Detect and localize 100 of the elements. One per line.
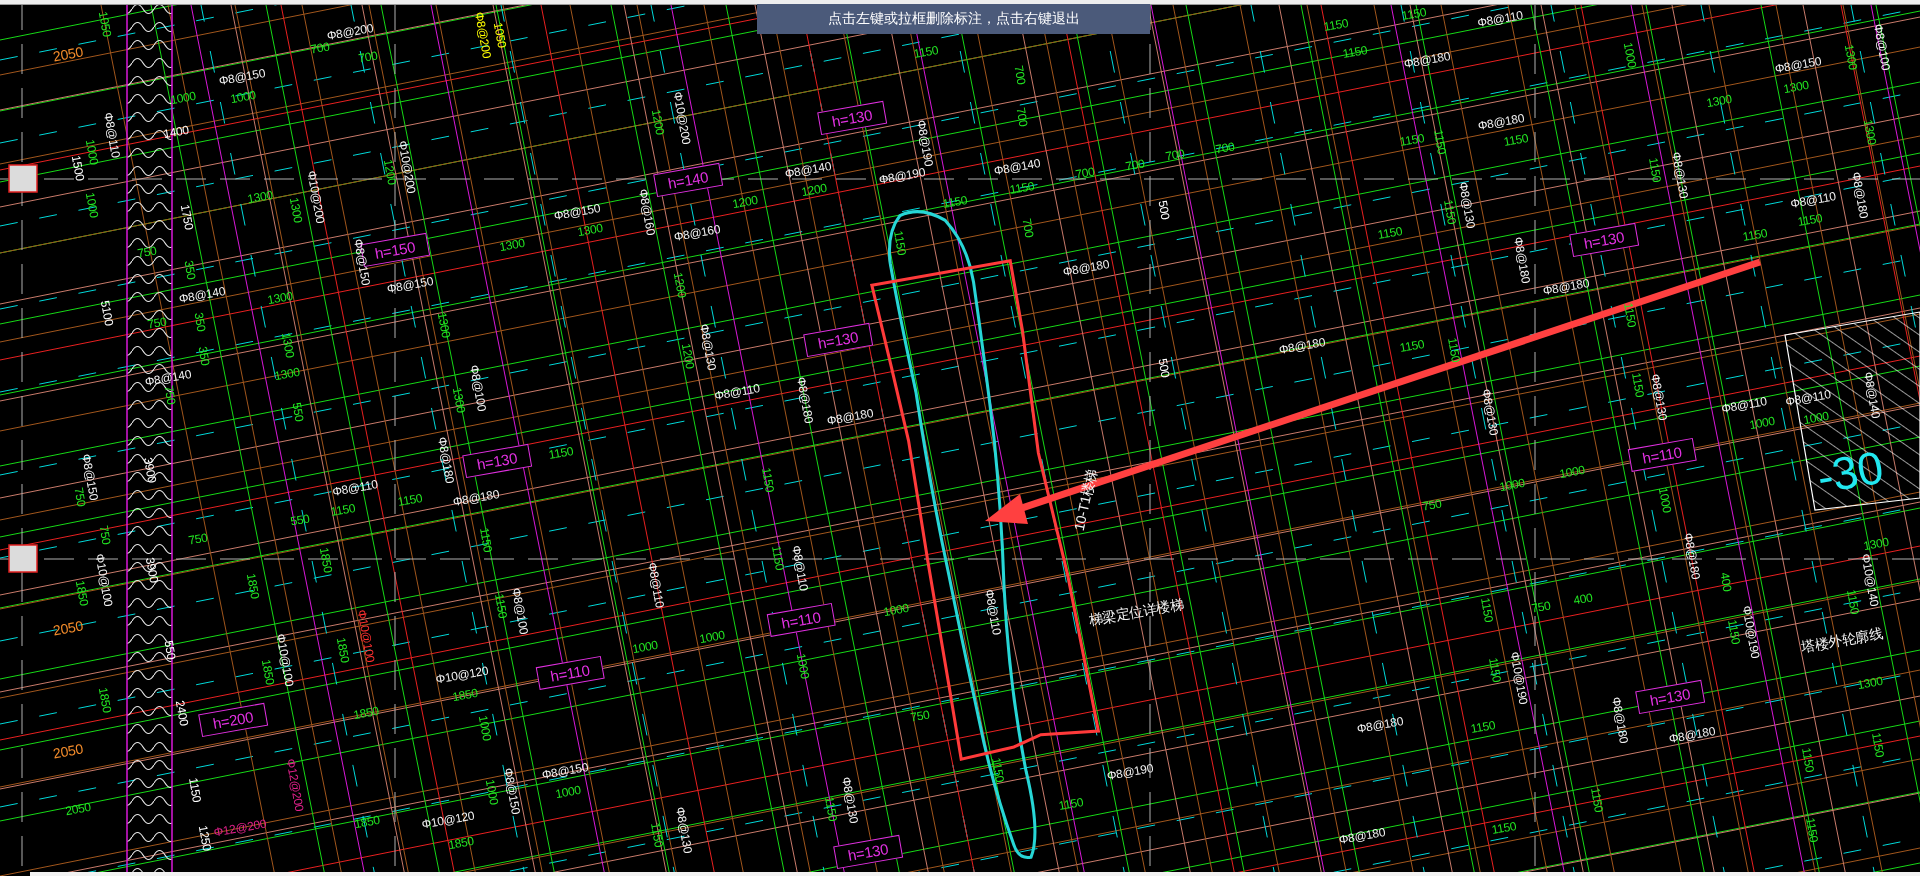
dimension-label: 1150 (1441, 198, 1459, 226)
dimension-label: 750 (909, 708, 931, 724)
dimension-label: 1200 (381, 158, 399, 186)
dimension-label: 1150 (1502, 131, 1530, 149)
dimension-label: 1150 (1398, 131, 1426, 149)
dimension-label: 1300 (1856, 674, 1884, 692)
dimension-label: 1000 (1621, 41, 1639, 69)
dimension-label: 1300 (435, 311, 453, 339)
slab-thickness-tag: h=110 (1627, 438, 1697, 472)
dimension-label: 1150 (1376, 224, 1404, 242)
rebar-label: Φ8@180 (1668, 725, 1716, 745)
rebar-label: Φ8@160 (673, 223, 721, 243)
dimension-label: 1850 (451, 686, 479, 704)
dimension-label: 1300 (279, 331, 297, 359)
dimension-label: 1150 (1621, 301, 1639, 329)
dimension-label: 1200 (800, 181, 828, 199)
dimension-label: 700 (1214, 140, 1236, 156)
slab-thickness-tag: h=130 (833, 834, 903, 870)
dimension-label: 1150 (1588, 786, 1606, 814)
dimension-label: 3900 (141, 456, 159, 484)
rebar-label: Φ8@100 (1872, 23, 1892, 71)
rebar-label: Φ8@190 (1106, 762, 1154, 782)
rebar-label: Φ10@120 (420, 809, 476, 831)
rebar-label: Φ8@180 (1338, 826, 1386, 846)
rebar-label: Φ8@190 (878, 166, 926, 186)
dimension-label: 1150 (1478, 596, 1496, 624)
dimension-label: 750 (146, 315, 168, 331)
dimension-label: 2400 (173, 699, 191, 727)
rebar-label: Φ8@180 (452, 488, 500, 508)
rebar-label: Φ8@200 (473, 11, 493, 59)
rebar-label: Φ8@130 (674, 806, 694, 854)
dimension-label: 1200 (679, 342, 697, 370)
dimension-label: 1000 (1656, 486, 1674, 514)
dimension-label: 1150 (648, 821, 666, 849)
dimension-label: 400 (1572, 591, 1594, 607)
dimension-label: 1150 (941, 193, 969, 211)
rebar-label: Φ8@180 (1062, 258, 1110, 278)
rebar-label: Φ8@180 (1278, 336, 1326, 356)
dimension-label: 1000 (483, 778, 501, 806)
rebar-label: Φ10@100 (274, 632, 296, 688)
dimension-label: 1150 (891, 229, 909, 257)
rebar-label: Φ8@100 (510, 587, 530, 635)
dimension-label: 350 (192, 311, 208, 333)
dimension-label: 1000 (698, 628, 726, 646)
rebar-label: Φ8@180 (1542, 277, 1590, 297)
dimension-label: 700 (1074, 165, 1096, 181)
dimension-label: 3900 (143, 556, 161, 584)
rebar-label: Φ8@110 (1476, 9, 1524, 29)
rebar-label: Φ8@110 (1720, 395, 1768, 415)
rebar-label: Φ8@180 (1682, 532, 1702, 580)
column-marker (8, 544, 38, 573)
dimension-label: 1300 (266, 289, 294, 307)
dimension-label: 1850 (244, 572, 262, 600)
dimension-label: 750 (1421, 497, 1443, 513)
dimension-label: 1150 (759, 466, 777, 494)
dimension-label: 500 (1156, 357, 1172, 379)
dimension-label: 1000 (1802, 409, 1830, 427)
dimension-label: 1000 (169, 89, 197, 107)
dimension-label: 1150 (1469, 718, 1497, 736)
dimension-label: 1150 (989, 756, 1007, 784)
rebar-label: Φ8@110 (983, 588, 1003, 636)
rebar-label: Φ10@190 (1508, 650, 1530, 706)
rebar-label: Φ10@200 (396, 139, 418, 195)
dimension-label: 1300 (1782, 78, 1810, 96)
dimension-label: 1000 (476, 714, 494, 742)
dimension-label: 700 (1014, 106, 1030, 128)
dimension-label: 750 (97, 524, 113, 546)
dimension-label: 1850 (259, 658, 277, 686)
dimension-label: 1850 (96, 686, 114, 714)
dimension-label: 1000 (1558, 463, 1586, 481)
rebar-label: Φ8@130 (698, 323, 718, 371)
dimension-label: 1850 (73, 579, 91, 607)
dimension-label: 1150 (1799, 746, 1817, 774)
dimension-label: 550 (162, 639, 178, 661)
rebar-label: Φ12@200 (212, 817, 268, 839)
dimension-label: 1000 (554, 783, 582, 801)
dimension-label: 350 (196, 345, 212, 367)
dimension-label: 550 (289, 512, 311, 528)
annotation-text: 10-T1楼梯 (1071, 468, 1099, 532)
slab-thickness-tag: h=130 (462, 443, 532, 479)
dimension-label: 1150 (1629, 371, 1647, 399)
dimension-label: 1300 (450, 386, 468, 414)
dimension-label: 1150 (492, 592, 510, 620)
dimension-label: 1150 (1445, 336, 1463, 364)
column-marker (8, 164, 38, 193)
rebar-label: Φ8@150 (386, 275, 434, 295)
dimension-label: 750 (1530, 599, 1552, 615)
rebar-label: Φ8@140 (178, 285, 226, 305)
annotation-text: 梯梁定位详楼梯 (1087, 596, 1185, 628)
dimension-label: 550 (290, 401, 306, 423)
dimension-label: 1300 (1861, 118, 1879, 146)
dimension-label: 700 (1164, 147, 1186, 163)
dimension-label: 1200 (731, 193, 759, 211)
rebar-label: Φ8@140 (784, 160, 832, 180)
rebar-label: Φ8@110 (646, 561, 666, 609)
rebar-label: Φ8@150 (553, 202, 601, 222)
rebar-label: Φ8@180 (1356, 715, 1404, 735)
dimension-label: 700 (1012, 64, 1028, 86)
dimension-label: 1150 (1341, 43, 1369, 61)
dimension-label: 1150 (1431, 128, 1449, 156)
